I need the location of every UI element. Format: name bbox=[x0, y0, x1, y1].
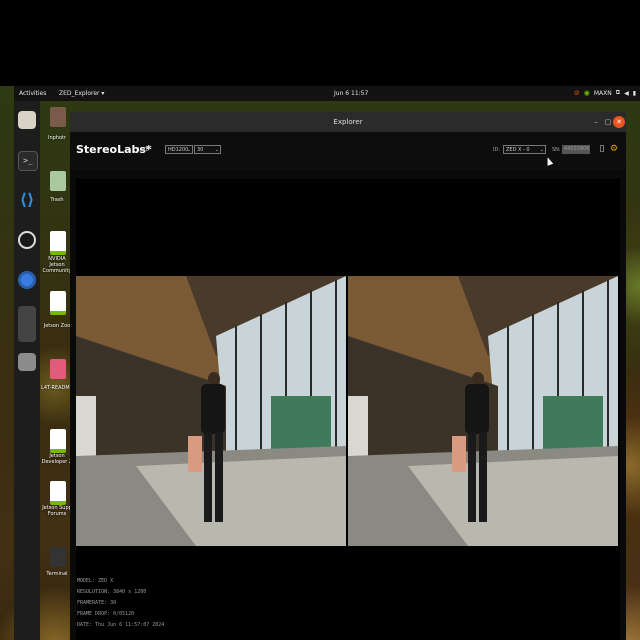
battery-icon[interactable]: ▮ bbox=[633, 90, 636, 97]
id-label: ID: bbox=[493, 147, 501, 153]
terminal-icon[interactable] bbox=[50, 547, 66, 567]
chevron-down-icon: ⌄ bbox=[186, 147, 191, 153]
app-icon[interactable] bbox=[18, 306, 36, 342]
clock[interactable]: Jun 6 11:57 bbox=[334, 90, 368, 97]
network-icon[interactable]: ⧉ bbox=[616, 89, 620, 97]
explorer-window: Explorer – ▢ ✕ StereoLabs* LIVE HD1200 ⌄… bbox=[70, 112, 626, 640]
volume-icon[interactable]: ◀ bbox=[624, 90, 629, 97]
terminal-icon[interactable]: >_ bbox=[18, 151, 38, 171]
nvidia-icon[interactable] bbox=[50, 429, 66, 453]
app-menu[interactable]: ZED_Explorer ▾ bbox=[59, 90, 104, 97]
system-tray[interactable]: ⊘ ◉ MAXN ⧉ ◀ ▮ bbox=[574, 89, 636, 97]
power-mode-icon[interactable]: ⊘ bbox=[574, 89, 580, 97]
desktop-icon-label: Inphotr bbox=[47, 135, 67, 141]
desktop-icon-label: NVIDIA Jetson Community bbox=[42, 256, 72, 274]
minimize-icon[interactable]: – bbox=[590, 116, 602, 128]
desktop-icon-label: Trash bbox=[50, 197, 64, 203]
dock: >_ ⟨⟩ bbox=[14, 101, 40, 640]
meta-date: DATE: Thu Jun 6 11:57:07 2024 bbox=[77, 622, 165, 628]
chevron-down-icon: ⌄ bbox=[214, 147, 219, 153]
desktop-icons: Inphotr Trash NVIDIA Jetson Community Je… bbox=[40, 101, 73, 640]
folder-icon[interactable] bbox=[50, 359, 66, 379]
activities-button[interactable]: Activities bbox=[19, 90, 46, 97]
close-icon[interactable]: ✕ bbox=[613, 116, 625, 128]
trash-icon[interactable] bbox=[50, 171, 66, 191]
meta-framerate: FRAMERATE: 30 bbox=[77, 600, 117, 606]
desktop-icon-label: Terminal bbox=[46, 571, 68, 577]
meta-model: MODEL: ZED X bbox=[77, 578, 114, 584]
right-camera-feed bbox=[348, 276, 618, 546]
serial-number-value: 44020906 bbox=[564, 146, 590, 152]
nvidia-icon[interactable] bbox=[50, 231, 66, 255]
chevron-down-icon: ⌄ bbox=[539, 147, 544, 153]
sn-label: SN: bbox=[552, 147, 561, 153]
meta-resolution: RESOLUTION: 3840 x 1200 bbox=[77, 589, 147, 595]
settings-gear-icon[interactable]: ⚙ bbox=[609, 144, 619, 154]
fps-value: 30 bbox=[197, 147, 204, 153]
drive-icon[interactable] bbox=[18, 353, 36, 371]
chromium-icon[interactable] bbox=[18, 271, 36, 289]
camera-id-value: ZED X - 0 bbox=[506, 147, 530, 153]
desktop-icon-label: Jetson Zoo bbox=[43, 323, 71, 329]
nvidia-icon[interactable] bbox=[50, 481, 66, 505]
live-badge: LIVE bbox=[138, 147, 149, 153]
resolution-value: HD1200 bbox=[168, 147, 189, 153]
vscode-icon[interactable]: ⟨⟩ bbox=[18, 191, 36, 209]
fps-select[interactable]: 30 ⌄ bbox=[194, 145, 221, 154]
serial-number-field: 44020906 bbox=[562, 145, 590, 154]
nvidia-icon[interactable] bbox=[50, 291, 66, 315]
nvidia-icon[interactable]: ◉ bbox=[584, 89, 590, 97]
resolution-select[interactable]: HD1200 ⌄ bbox=[165, 145, 193, 154]
desktop-icon-label: Jetson Developer Z bbox=[41, 453, 73, 465]
power-mode-label[interactable]: MAXN bbox=[594, 90, 612, 97]
obs-icon[interactable] bbox=[18, 231, 36, 249]
camera-id-select[interactable]: ZED X - 0 ⌄ bbox=[503, 145, 546, 154]
meta-frame-drop: FRAME DROP: 0/05120 bbox=[77, 611, 135, 617]
video-viewer bbox=[76, 179, 620, 640]
camera-metadata: MODEL: ZED X RESOLUTION: 3840 x 1200 FRA… bbox=[77, 576, 164, 631]
window-titlebar[interactable]: Explorer – ▢ ✕ bbox=[70, 112, 626, 132]
top-bar: Activities ZED_Explorer ▾ Jun 6 11:57 ⊘ … bbox=[14, 86, 640, 101]
desktop-icon-label: Jetson Supp Forums bbox=[42, 505, 72, 517]
desktop-icon-label: L4T-README bbox=[41, 385, 73, 391]
record-icon[interactable]: ▯ bbox=[597, 144, 607, 154]
left-camera-feed bbox=[76, 276, 346, 546]
app-toolbar: StereoLabs* LIVE HD1200 ⌄ 30 ⌄ ID: ZED X… bbox=[70, 132, 626, 170]
desktop-file-icon[interactable] bbox=[50, 107, 66, 127]
files-icon[interactable] bbox=[18, 111, 36, 129]
window-title: Explorer bbox=[333, 118, 363, 126]
